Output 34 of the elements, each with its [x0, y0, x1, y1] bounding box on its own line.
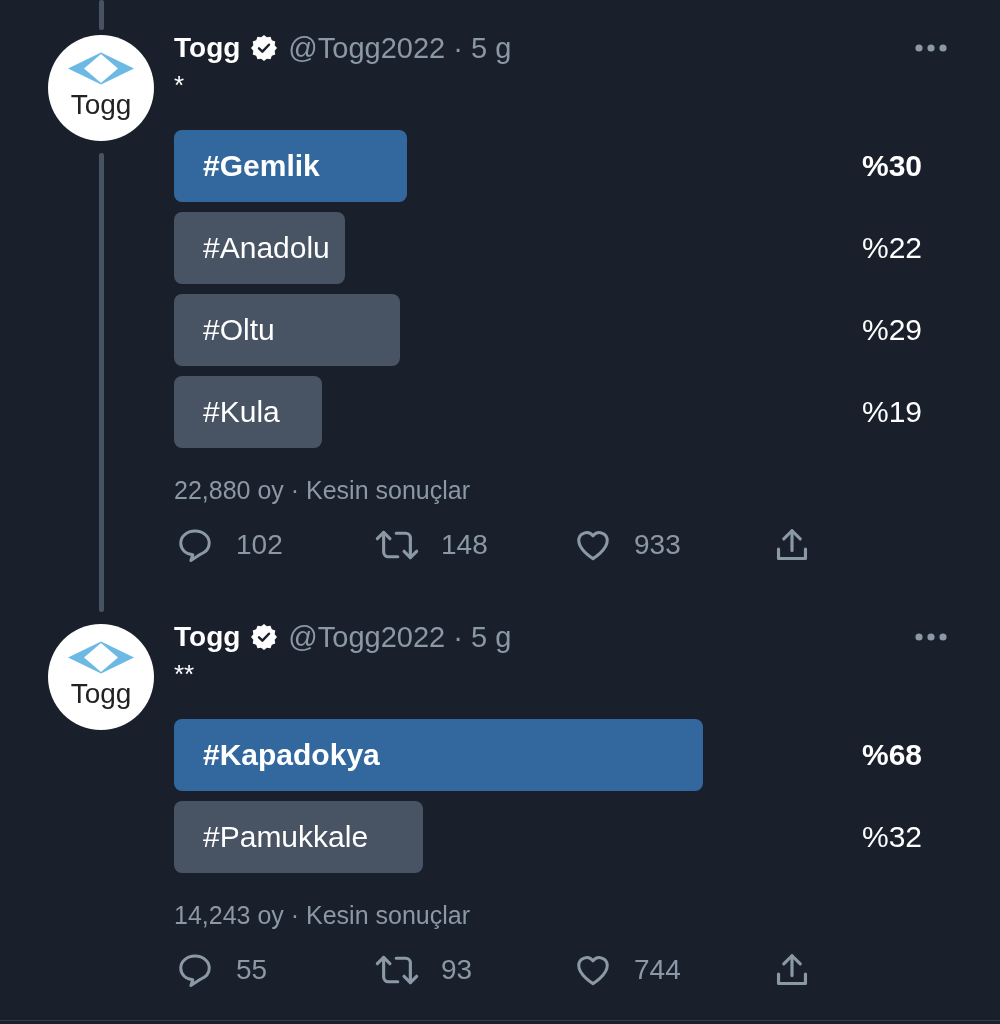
poll-option-label: #Gemlik [203, 148, 320, 184]
handle-and-time: @Togg2022 · 5 g [288, 622, 512, 652]
poll-percent: %29 [861, 312, 922, 348]
poll-percent: %19 [861, 394, 922, 430]
poll-percent: %22 [861, 230, 922, 266]
tweet-text: * [174, 70, 186, 100]
poll-option-label: #Anadolu [203, 230, 330, 266]
like-count: 933 [634, 529, 681, 561]
avatar-logo-text: Togg [70, 679, 132, 709]
retweet-count: 93 [441, 954, 473, 986]
poll-percent: %32 [861, 819, 922, 855]
poll-option-label: #Oltu [203, 312, 275, 348]
diamond-logo-icon [68, 52, 134, 85]
like-count: 744 [634, 954, 681, 986]
avatar[interactable]: Togg [48, 35, 154, 141]
poll-summary: 14,243 oy · Kesin sonuçlar [174, 902, 471, 928]
reply-count: 55 [236, 954, 268, 986]
more-icon[interactable] [915, 44, 947, 52]
author-name[interactable]: Togg [174, 622, 241, 652]
tweet-text: ** [174, 659, 196, 689]
retweet-count: 148 [441, 529, 488, 561]
poll-summary: 22,880 oy · Kesin sonuçlar [174, 477, 471, 503]
diamond-logo-icon [68, 641, 134, 674]
more-icon[interactable] [915, 633, 947, 641]
poll-percent: %68 [861, 737, 922, 773]
avatar[interactable]: Togg [48, 624, 154, 730]
poll-option-label: #Kapadokya [203, 737, 380, 773]
reply-count: 102 [236, 529, 283, 561]
avatar-logo-text: Togg [70, 90, 132, 120]
poll-option-label: #Kula [203, 394, 280, 430]
poll-option-label: #Pamukkale [203, 819, 369, 855]
author-name[interactable]: Togg [174, 33, 241, 63]
poll-percent: %30 [861, 148, 922, 184]
handle-and-time: @Togg2022 · 5 g [288, 33, 512, 63]
